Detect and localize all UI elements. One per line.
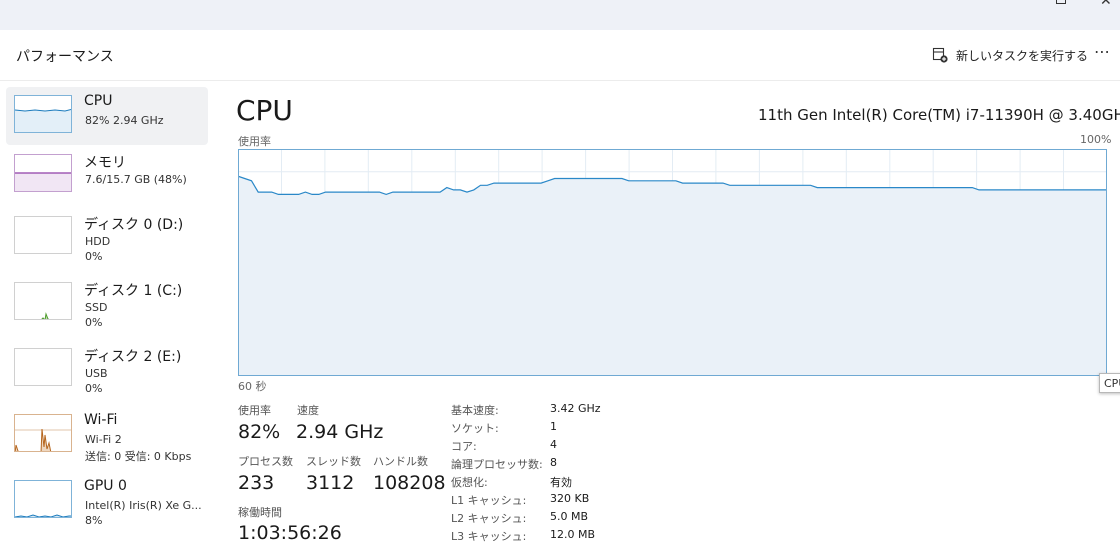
spec-label: L1 キャッシュ: <box>451 494 527 507</box>
spec-label: L2 キャッシュ: <box>451 512 527 525</box>
maximize-icon[interactable] <box>1056 0 1066 4</box>
cpu-usage-chart[interactable] <box>238 149 1107 376</box>
usage-label: 使用率 <box>238 404 271 417</box>
spec-value: 320 KB <box>550 492 590 505</box>
sidebar-item-type: HDD <box>85 235 111 248</box>
sidebar-item-title: GPU 0 <box>84 478 127 494</box>
handles-label: ハンドル数 <box>373 455 428 468</box>
sidebar-item-gpu-0[interactable]: GPU 0 Intel(R) Iris(R) Xe G... 8% <box>6 472 208 530</box>
disk-2-mini-graph <box>14 348 72 386</box>
title-bar: ✕ <box>0 0 1120 30</box>
sidebar-item-detail: 0% <box>85 250 103 263</box>
sidebar-item-detail: 8% <box>85 514 103 527</box>
spec-value: 3.42 GHz <box>550 402 601 415</box>
spec-value: 5.0 MB <box>550 510 589 523</box>
sidebar-item-detail: 82% 2.94 GHz <box>85 114 164 127</box>
run-new-task-label: 新しいタスクを実行する <box>956 48 1089 63</box>
spec-value: 8 <box>550 456 557 469</box>
speed-value: 2.94 GHz <box>296 421 384 443</box>
wifi-mini-graph <box>14 414 72 452</box>
sidebar-item-detail: 7.6/15.7 GB (48%) <box>85 173 187 186</box>
usage-value: 82% <box>238 421 281 443</box>
close-icon[interactable]: ✕ <box>1100 0 1112 8</box>
cpu-model-name: 11th Gen Intel(R) Core(TM) i7-11390H @ 3… <box>758 106 1120 124</box>
cpu-mini-graph <box>14 95 72 133</box>
new-task-icon <box>932 47 948 63</box>
chart-max-label: 100% <box>1080 133 1112 146</box>
chart-time-label: 60 秒 <box>238 380 267 393</box>
processes-value: 233 <box>238 472 275 494</box>
sidebar-item-disk-2[interactable]: ディスク 2 (E:) USB 0% <box>6 340 208 398</box>
sidebar-item-wifi[interactable]: Wi-Fi Wi-Fi 2 送信: 0 受信: 0 Kbps <box>6 406 208 464</box>
spec-label: 論理プロセッサ数: <box>451 458 543 471</box>
threads-label: スレッド数 <box>306 455 361 468</box>
sidebar-item-title: Wi-Fi <box>84 412 118 428</box>
threads-value: 3112 <box>306 472 355 494</box>
sidebar-item-detail: 0% <box>85 316 103 329</box>
sidebar-item-title: CPU <box>84 93 113 109</box>
sidebar-item-title: メモリ <box>84 155 126 171</box>
more-options-icon[interactable]: ⋯ <box>1094 42 1111 61</box>
disk-0-mini-graph <box>14 216 72 254</box>
page-header: パフォーマンス 新しいタスクを実行する ⋯ <box>0 30 1120 81</box>
sidebar-item-disk-1[interactable]: ディスク 1 (C:) SSD 0% <box>6 274 208 332</box>
speed-label: 速度 <box>297 404 319 417</box>
cpu-usage-area <box>238 176 1107 376</box>
spec-value: 12.0 MB <box>550 528 596 541</box>
run-new-task-button[interactable]: 新しいタスクを実行する <box>932 44 1088 66</box>
sidebar-item-type: USB <box>85 367 108 380</box>
gpu-mini-graph <box>14 480 72 518</box>
spec-label: 仮想化: <box>451 476 488 489</box>
sidebar-item-title: ディスク 1 (C:) <box>84 283 183 299</box>
sidebar-item-title: ディスク 2 (E:) <box>84 349 182 365</box>
spec-value: 1 <box>550 420 557 433</box>
sidebar-item-title: ディスク 0 (D:) <box>84 217 184 233</box>
uptime-label: 稼働時間 <box>238 506 282 519</box>
sidebar-item-detail: 0% <box>85 382 103 395</box>
sidebar-item-device: Intel(R) Iris(R) Xe G... <box>85 499 202 512</box>
disk-1-mini-graph <box>14 282 72 320</box>
sidebar-item-cpu[interactable]: CPU 82% 2.94 GHz <box>6 87 208 145</box>
spec-label: 基本速度: <box>451 404 499 417</box>
spec-label: ソケット: <box>451 422 499 435</box>
sidebar-item-disk-0[interactable]: ディスク 0 (D:) HDD 0% <box>6 208 208 266</box>
chart-y-label: 使用率 <box>238 135 271 148</box>
page-title: パフォーマンス <box>16 49 114 65</box>
resource-sidebar: CPU 82% 2.94 GHz メモリ 7.6/15.7 GB (48%) デ… <box>0 80 216 552</box>
uptime-value: 1:03:56:26 <box>238 522 342 544</box>
sidebar-item-detail: 送信: 0 受信: 0 Kbps <box>85 450 192 463</box>
processes-label: プロセス数 <box>238 455 293 468</box>
spec-value: 有効 <box>550 476 572 489</box>
resource-title: CPU <box>236 94 293 127</box>
spec-label: L3 キャッシュ: <box>451 530 527 543</box>
spec-label: コア: <box>451 440 477 453</box>
sidebar-item-adapter: Wi-Fi 2 <box>85 433 122 446</box>
chart-tooltip: CPU <box>1099 373 1120 393</box>
memory-mini-graph <box>14 154 72 192</box>
spec-value: 4 <box>550 438 557 451</box>
handles-value: 108208 <box>373 472 446 494</box>
sidebar-item-type: SSD <box>85 301 108 314</box>
sidebar-item-memory[interactable]: メモリ 7.6/15.7 GB (48%) <box>6 146 208 204</box>
